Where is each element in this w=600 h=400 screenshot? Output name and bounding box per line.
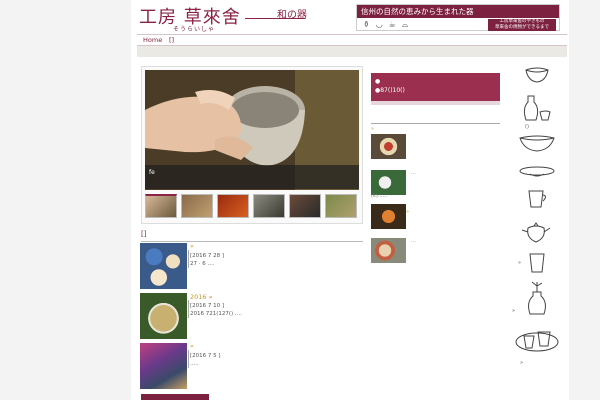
gallery-caption-2: ... — [411, 170, 416, 176]
thumbnail-5[interactable] — [289, 194, 321, 218]
pottery-category-column: () » » » — [512, 60, 562, 380]
tableware-set-icon[interactable] — [514, 326, 560, 356]
news-item[interactable]: 2016 » [2016 7 10 ] 2016 721(127() .... — [140, 293, 362, 341]
news-item[interactable]: » [2016 7 28 ] 27 · 6 .... — [140, 243, 362, 291]
news-divider — [188, 300, 189, 318]
news-divider — [188, 250, 189, 268]
bowl-icon[interactable] — [518, 134, 556, 154]
news-heading: [] — [141, 230, 363, 242]
nav-link-1[interactable]: [] — [169, 36, 174, 44]
gallery-thumbnail-4[interactable] — [371, 238, 406, 263]
news-excerpt: 2016 721(127() .... — [190, 311, 242, 317]
flower-vase-icon[interactable] — [524, 280, 550, 316]
slide-caption: fe — [145, 165, 359, 189]
rice-bowl-icon[interactable] — [524, 64, 550, 84]
thumbnail-2[interactable] — [181, 194, 213, 218]
icon-label-4: » — [520, 360, 524, 366]
news-date: [2016 7 5 ] — [190, 353, 221, 359]
thumbnail-1[interactable] — [145, 194, 177, 218]
footer-tab[interactable] — [141, 394, 209, 400]
yunomi-cup-icon[interactable] — [528, 252, 546, 274]
plate-icon[interactable] — [518, 164, 556, 180]
pottery-icons: ⚱◡☕⌓ — [363, 20, 415, 29]
gallery-arrow-3: » — [406, 209, 410, 215]
news-bullet: » — [190, 343, 194, 350]
mid-arrow: » — [371, 126, 375, 132]
sub-nav-bar — [137, 46, 567, 57]
icon-label-3: » — [512, 308, 516, 314]
gallery-thumbnail-2[interactable] — [371, 170, 406, 195]
image-slider: fe — [141, 66, 363, 224]
cup-icon[interactable] — [526, 188, 550, 210]
shop-info-line-2: ●87()10() — [375, 87, 405, 94]
news-title[interactable]: 2016 » — [190, 293, 213, 301]
news-bullet: » — [190, 243, 194, 250]
shop-info-box[interactable]: ● ●87()10() — [371, 73, 500, 101]
teapot-icon[interactable] — [520, 220, 552, 246]
news-excerpt: 27 · 6 .... — [190, 261, 215, 267]
news-thumbnail[interactable] — [140, 243, 187, 289]
site-header: 工房 草來舍 和の器 そうらいしゃ 信州の自然の恵みから生まれた器 ⚱◡☕⌓ 工… — [131, 0, 569, 38]
news-thumbnail[interactable] — [140, 293, 187, 339]
icon-label-2: » — [518, 260, 522, 266]
logo-kana: そうらいしゃ — [173, 26, 216, 33]
banner-link-process[interactable]: 草來舍の焼物ができるまで — [488, 25, 556, 31]
news-date: [2016 7 10 ] — [190, 303, 225, 309]
news-date: [2016 7 28 ] — [190, 253, 225, 259]
news-divider — [188, 350, 189, 368]
main-nav: Home [] — [137, 34, 567, 46]
nav-home-link[interactable]: Home — [143, 36, 162, 44]
header-banner[interactable]: 信州の自然の恵みから生まれた器 ⚱◡☕⌓ 工房草來舍のやきもの 草來舍の焼物がで… — [356, 4, 560, 31]
shop-info-underline — [371, 101, 500, 105]
slide-caption-text: fe — [149, 169, 155, 176]
gallery-thumbnail-1[interactable] — [371, 134, 406, 159]
thumbnail-4[interactable] — [253, 194, 285, 218]
thumbnail-3[interactable] — [217, 194, 249, 218]
news-excerpt: ..... — [190, 361, 199, 367]
banner-title: 信州の自然の恵みから生まれた器 — [357, 5, 559, 18]
gallery-label: (k)...... — [371, 193, 388, 199]
mid-divider — [371, 123, 500, 124]
shop-info-line-1: ● — [375, 78, 381, 85]
news-thumbnail[interactable] — [140, 343, 187, 389]
sake-set-icon[interactable] — [522, 94, 552, 124]
thumbnail-6[interactable] — [325, 194, 357, 218]
slider-thumbnails — [145, 194, 359, 218]
news-heading-text: [] — [141, 230, 147, 238]
news-item[interactable]: » [2016 7 5 ] ..... — [140, 343, 362, 391]
icon-label-1: () — [525, 124, 529, 130]
logo-subtitle: 和の器 — [277, 10, 307, 21]
gallery-thumbnail-3[interactable] — [371, 204, 406, 229]
gallery-caption-3: ... — [411, 238, 416, 244]
